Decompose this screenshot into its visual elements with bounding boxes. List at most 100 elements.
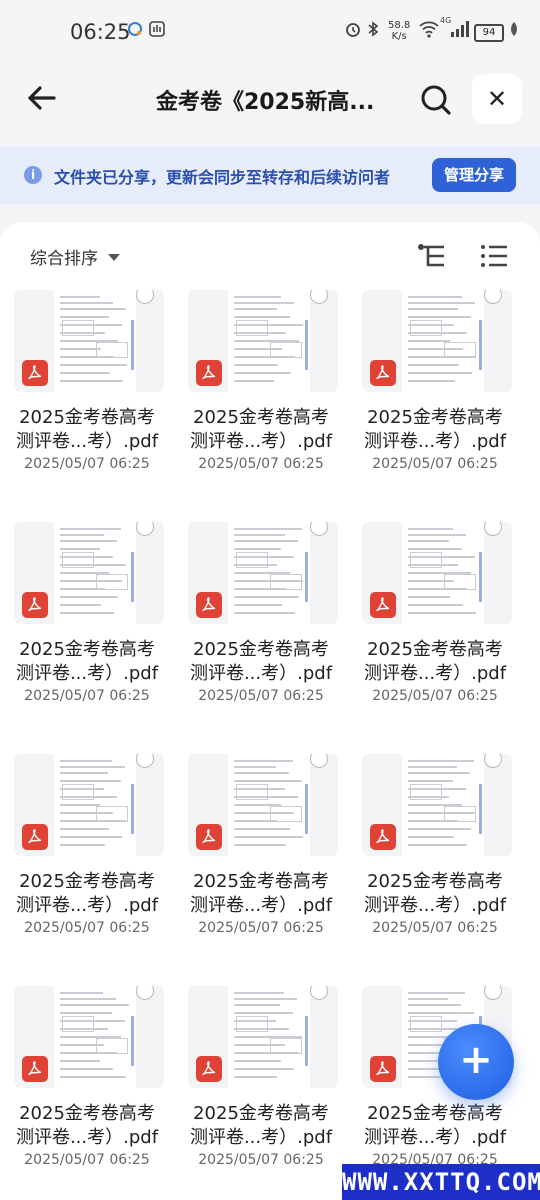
select-checkbox[interactable]: [136, 522, 154, 536]
battery-indicator: 94: [474, 24, 504, 42]
document-preview: [402, 754, 484, 856]
select-checkbox[interactable]: [310, 986, 328, 1000]
document-preview: [54, 290, 136, 392]
select-checkbox[interactable]: [484, 522, 502, 536]
signal-icon: [450, 20, 470, 42]
browser-icon: [126, 20, 144, 42]
file-name: 2025金考卷高考 测评卷...考）.pdf: [363, 639, 507, 684]
document-preview: [228, 522, 310, 624]
pdf-icon: [22, 592, 48, 618]
file-card[interactable]: 2025金考卷高考 测评卷...考）.pdf 2025/05/07 06:25: [348, 290, 522, 512]
alarm-icon: [344, 20, 362, 42]
sort-dropdown[interactable]: 综合排序: [30, 244, 120, 269]
file-name: 2025金考卷高考 测评卷...考）.pdf: [189, 407, 333, 452]
add-button[interactable]: +: [438, 1024, 514, 1100]
file-card[interactable]: 2025金考卷高考 测评卷...考）.pdf 2025/05/07 06:25: [348, 522, 522, 744]
file-card[interactable]: 2025金考卷高考 测评卷...考）.pdf 2025/05/07 06:25: [348, 754, 522, 976]
file-card[interactable]: 2025金考卷高考 测评卷...考）.pdf 2025/05/07 06:25: [174, 986, 348, 1200]
pdf-icon: [370, 1056, 396, 1082]
file-date: 2025/05/07 06:25: [372, 920, 498, 936]
header: 金考卷《2025新高... ✕: [0, 70, 540, 130]
file-name: 2025金考卷高考 测评卷...考）.pdf: [15, 639, 159, 684]
pdf-icon: [196, 824, 222, 850]
pdf-icon: [370, 824, 396, 850]
file-card[interactable]: 2025金考卷高考 测评卷...考）.pdf 2025/05/07 06:25: [174, 290, 348, 512]
select-checkbox[interactable]: [484, 290, 502, 304]
manage-share-button[interactable]: 管理分享: [432, 158, 516, 192]
info-icon: i: [24, 166, 42, 184]
file-name: 2025金考卷高考 测评卷...考）.pdf: [189, 871, 333, 916]
file-card[interactable]: 2025金考卷高考 测评卷...考）.pdf 2025/05/07 06:25: [174, 754, 348, 976]
page-title: 金考卷《2025新高...: [156, 90, 375, 115]
select-checkbox[interactable]: [484, 754, 502, 768]
file-date: 2025/05/07 06:25: [198, 1152, 324, 1168]
pdf-icon: [22, 824, 48, 850]
share-notice: 文件夹已分享，更新会同步至转存和后续访问者: [54, 168, 391, 187]
leaf-icon: [508, 20, 520, 42]
file-name: 2025金考卷高考 测评卷...考）.pdf: [363, 407, 507, 452]
file-thumbnail: [14, 986, 164, 1088]
select-checkbox[interactable]: [310, 754, 328, 768]
file-thumbnail: [362, 522, 512, 624]
list-view-icon[interactable]: [480, 244, 508, 268]
hand-icon: [148, 20, 166, 42]
file-name: 2025金考卷高考 测评卷...考）.pdf: [363, 1103, 507, 1148]
file-card[interactable]: 2025金考卷高考 测评卷...考）.pdf 2025/05/07 06:25: [174, 522, 348, 744]
pdf-icon: [196, 592, 222, 618]
document-preview: [228, 986, 310, 1088]
document-preview: [54, 522, 136, 624]
sort-label: 综合排序: [30, 249, 98, 269]
close-icon: ✕: [486, 85, 508, 113]
file-name: 2025金考卷高考 测评卷...考）.pdf: [189, 1103, 333, 1148]
pdf-icon: [370, 360, 396, 386]
file-name: 2025金考卷高考 测评卷...考）.pdf: [363, 871, 507, 916]
select-checkbox[interactable]: [484, 986, 502, 1000]
file-date: 2025/05/07 06:25: [198, 920, 324, 936]
file-card[interactable]: 2025金考卷高考 测评卷...考）.pdf 2025/05/07 06:25: [0, 754, 174, 976]
file-thumbnail: [362, 290, 512, 392]
bluetooth-icon: [366, 20, 380, 42]
file-thumbnail: [362, 754, 512, 856]
file-name: 2025金考卷高考 测评卷...考）.pdf: [15, 871, 159, 916]
close-button[interactable]: ✕: [472, 74, 522, 124]
share-banner: i 文件夹已分享，更新会同步至转存和后续访问者 管理分享: [0, 146, 540, 204]
file-card[interactable]: 2025金考卷高考 测评卷...考）.pdf 2025/05/07 06:25: [0, 522, 174, 744]
search-icon[interactable]: [418, 82, 454, 118]
plus-icon: +: [459, 1037, 493, 1083]
file-date: 2025/05/07 06:25: [198, 688, 324, 704]
document-preview: [54, 986, 136, 1088]
file-thumbnail: [14, 754, 164, 856]
select-checkbox[interactable]: [136, 290, 154, 304]
back-arrow-icon[interactable]: [22, 78, 62, 118]
pdf-icon: [22, 360, 48, 386]
pdf-icon: [370, 592, 396, 618]
status-time: 06:25: [70, 20, 131, 44]
select-checkbox[interactable]: [310, 522, 328, 536]
tree-view-icon[interactable]: [416, 242, 446, 270]
file-date: 2025/05/07 06:25: [24, 456, 150, 472]
document-preview: [402, 290, 484, 392]
select-checkbox[interactable]: [136, 754, 154, 768]
file-date: 2025/05/07 06:25: [372, 688, 498, 704]
document-preview: [54, 754, 136, 856]
status-bar: 06:25 58.8 K/s 4G 94: [0, 0, 540, 66]
document-preview: [228, 754, 310, 856]
file-thumbnail: [188, 754, 338, 856]
select-checkbox[interactable]: [136, 986, 154, 1000]
watermark: WWW.XXTTQ.COM: [342, 1164, 540, 1200]
file-date: 2025/05/07 06:25: [372, 456, 498, 472]
file-card[interactable]: 2025金考卷高考 测评卷...考）.pdf 2025/05/07 06:25: [0, 986, 174, 1200]
file-thumbnail: [188, 522, 338, 624]
caret-down-icon: [108, 254, 120, 261]
wifi-icon: [418, 20, 440, 42]
pdf-icon: [196, 360, 222, 386]
net-speed: 58.8 K/s: [388, 20, 411, 42]
file-name: 2025金考卷高考 测评卷...考）.pdf: [15, 407, 159, 452]
file-thumbnail: [14, 290, 164, 392]
file-card[interactable]: 2025金考卷高考 测评卷...考）.pdf 2025/05/07 06:25: [0, 290, 174, 512]
select-checkbox[interactable]: [310, 290, 328, 304]
file-date: 2025/05/07 06:25: [198, 456, 324, 472]
file-date: 2025/05/07 06:25: [24, 688, 150, 704]
document-preview: [228, 290, 310, 392]
file-name: 2025金考卷高考 测评卷...考）.pdf: [15, 1103, 159, 1148]
